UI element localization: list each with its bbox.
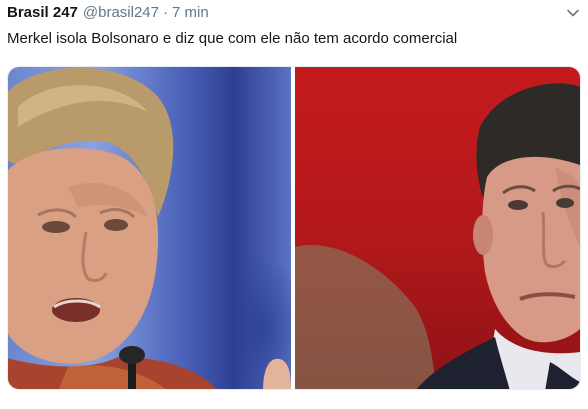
tweet-card[interactable]: Brasil 247 @brasil247 · 7 min Merkel iso… [0, 0, 588, 409]
media-photo-bolsonaro[interactable] [295, 67, 580, 389]
header-separator: · [163, 4, 168, 21]
tweet-actions-area [0, 394, 588, 409]
tweet-timestamp[interactable]: 7 min [172, 3, 209, 23]
author-handle[interactable]: @brasil247 [83, 3, 159, 23]
tweet-media-grid [7, 66, 581, 390]
tweet-header: Brasil 247 @brasil247 · 7 min [7, 3, 209, 23]
media-photo-merkel[interactable] [8, 67, 291, 389]
chevron-down-icon[interactable] [566, 6, 580, 20]
tweet-text: Merkel isola Bolsonaro e diz que com ele… [7, 30, 458, 47]
author-display-name[interactable]: Brasil 247 [7, 3, 78, 23]
